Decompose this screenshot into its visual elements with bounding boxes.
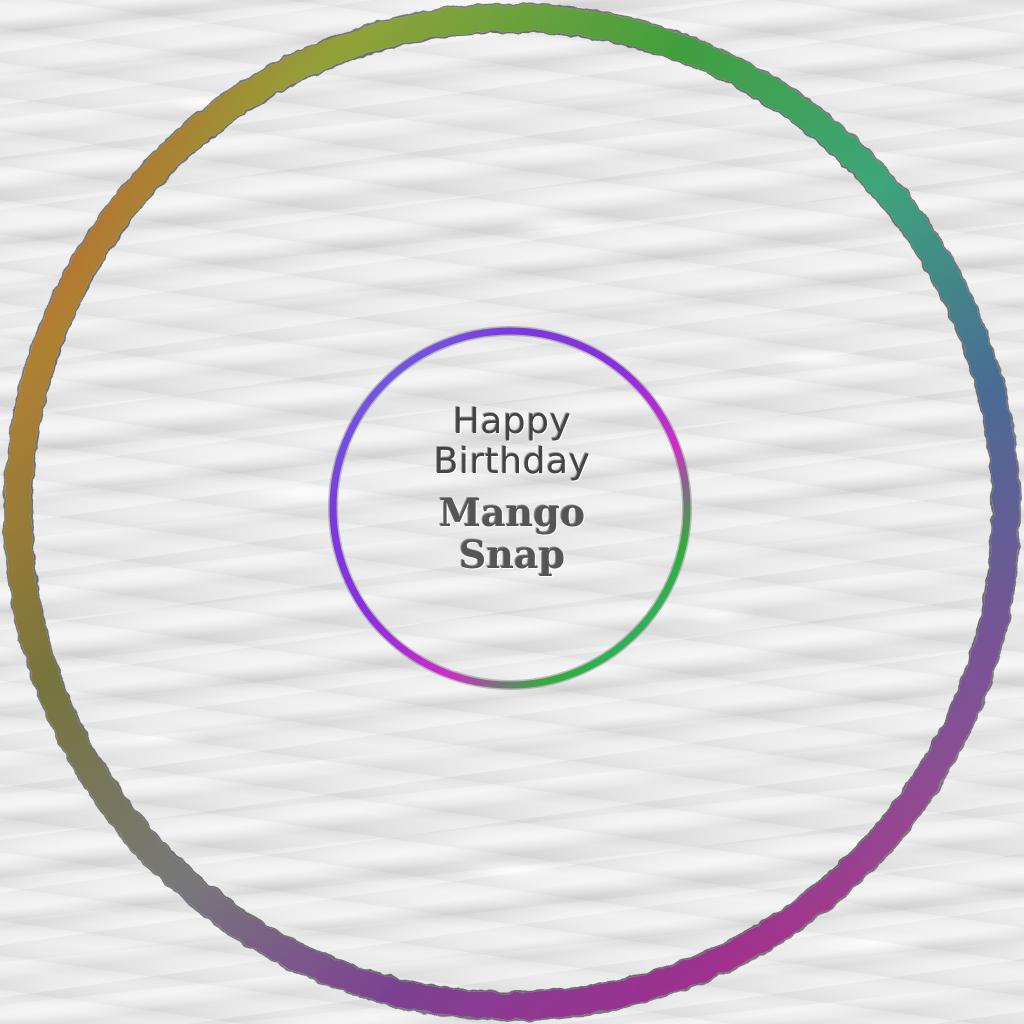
- name-line-second: Snap: [458, 532, 566, 577]
- greeting-line-happy: Happy: [452, 401, 572, 442]
- greeting-text: Happy Birthday Mango Snap: [352, 392, 672, 576]
- greeting-line-birthday: Birthday: [433, 441, 591, 482]
- birthday-card: Happy Birthday Mango Snap: [0, 0, 1024, 1024]
- name-line-first: Mango: [438, 490, 586, 535]
